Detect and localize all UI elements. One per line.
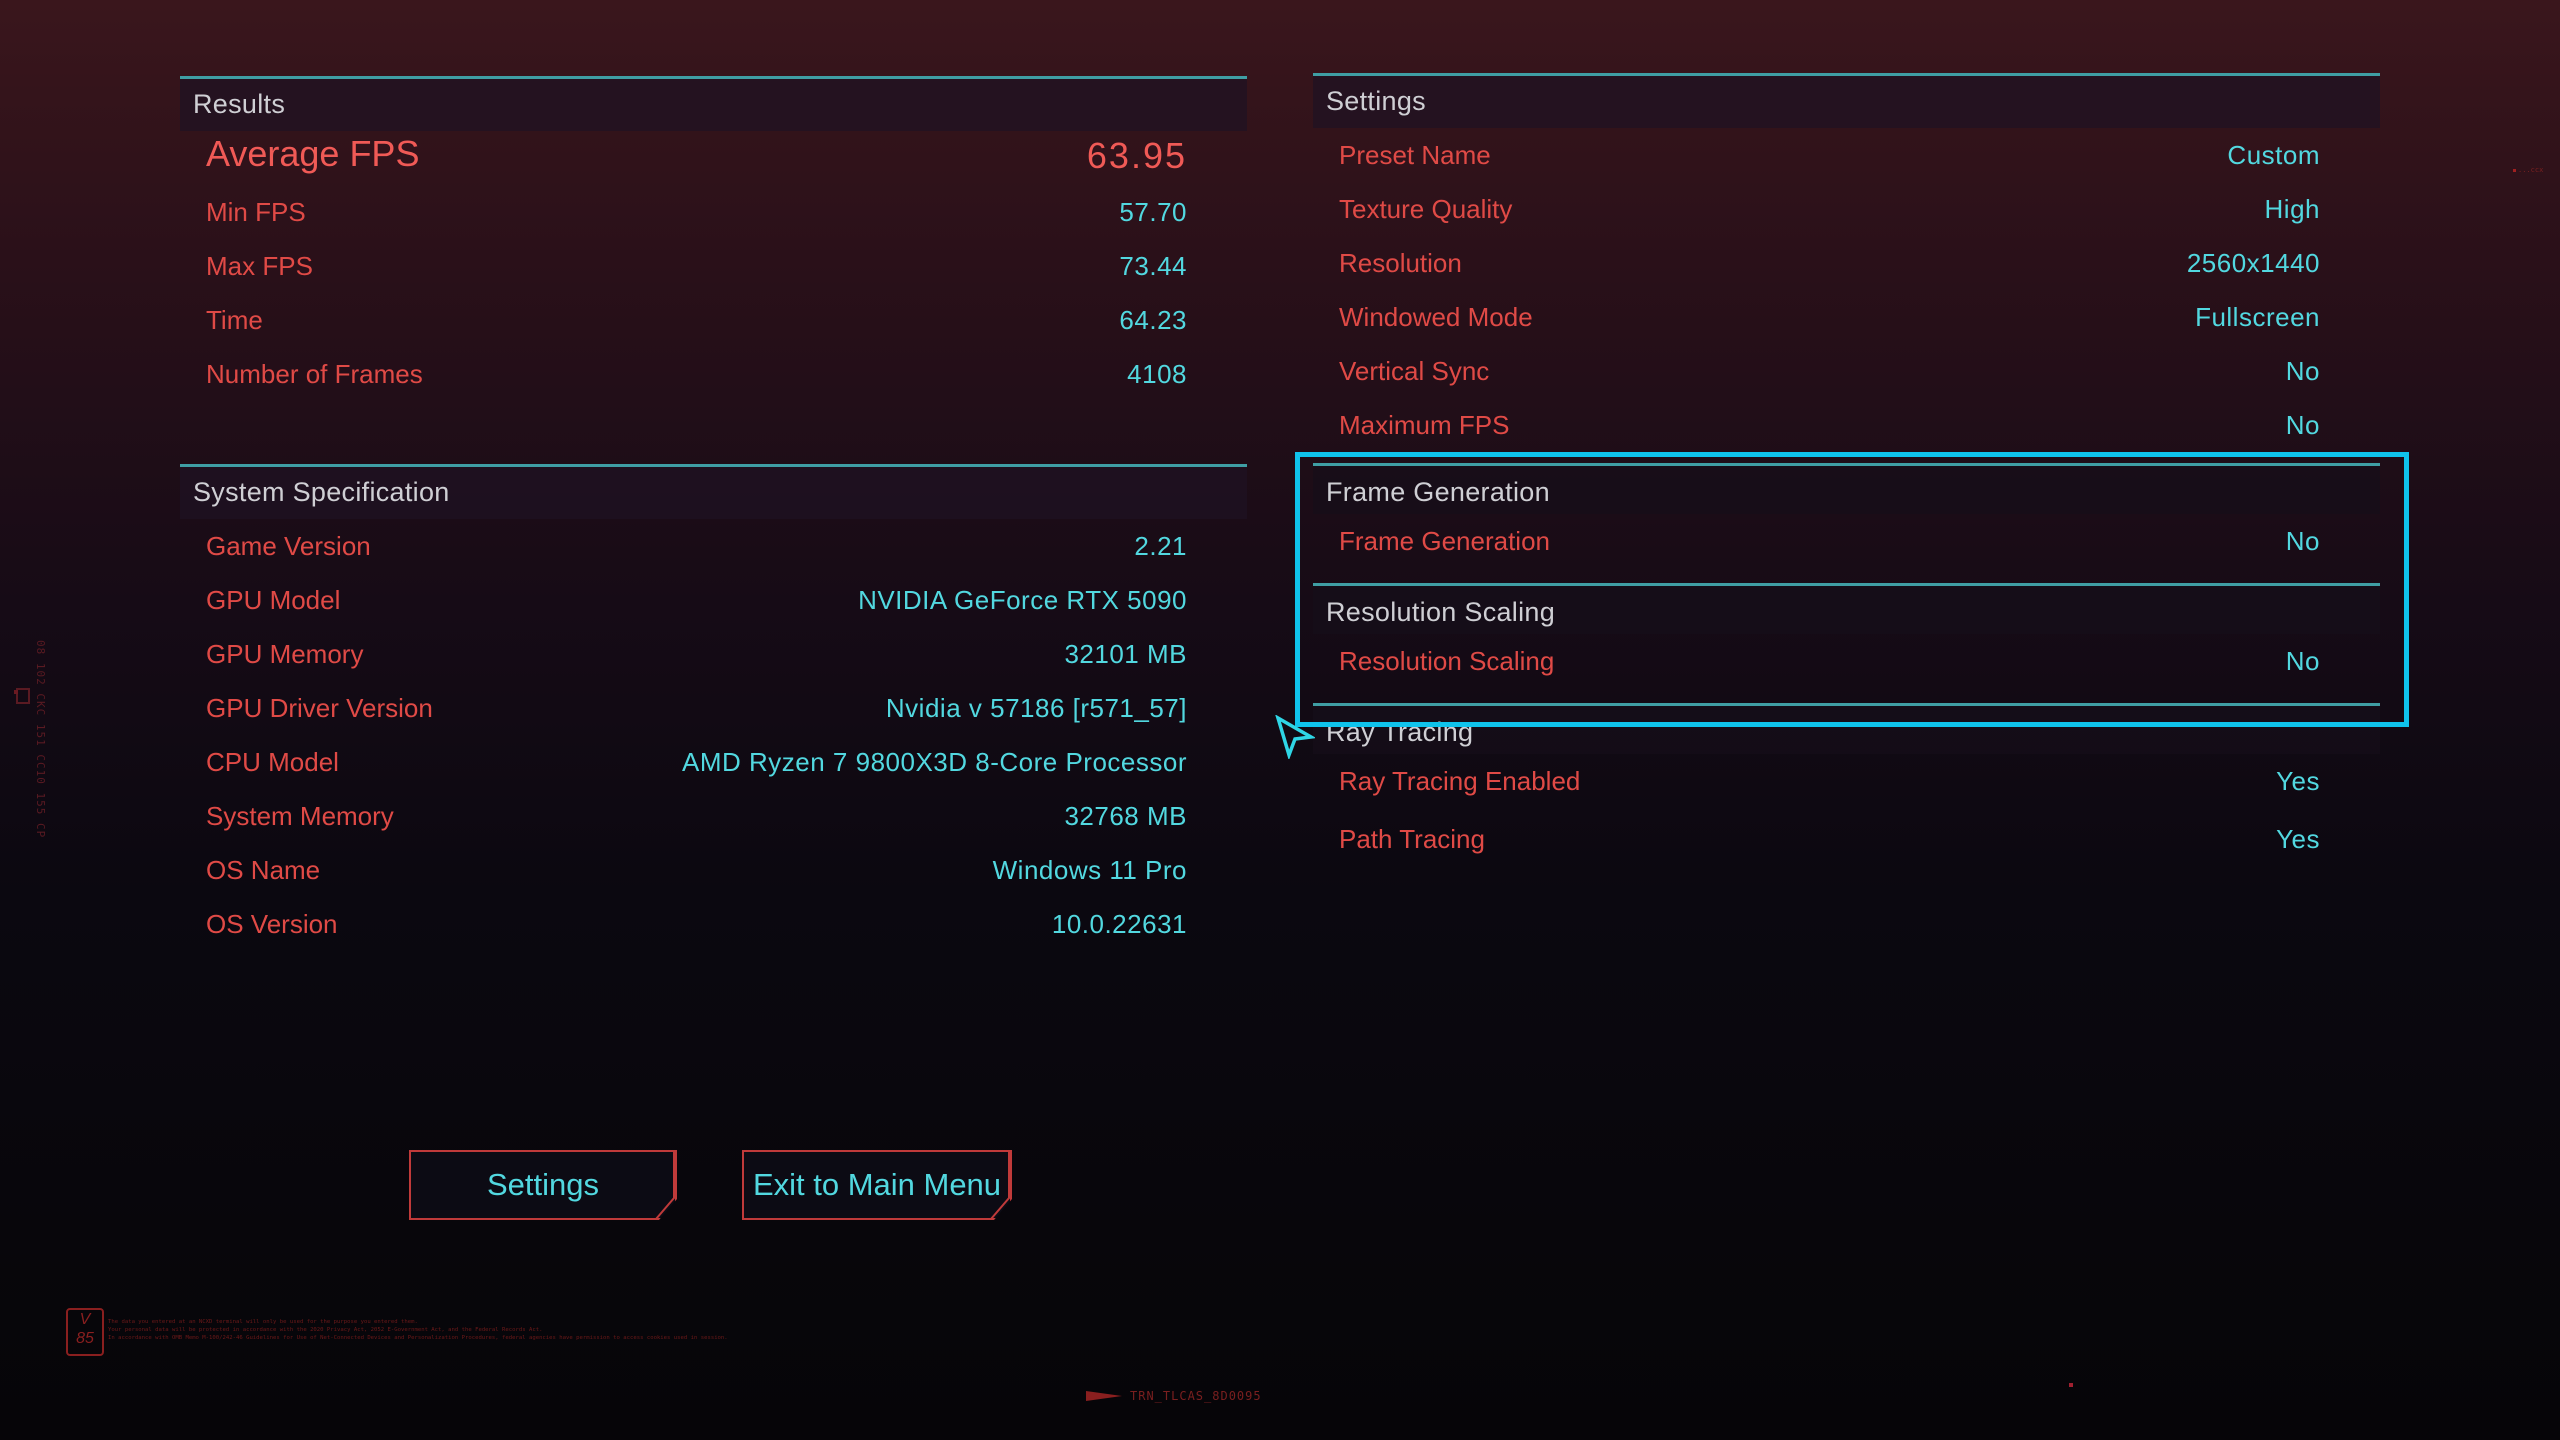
maximum-fps-row: Maximum FPS No — [1313, 398, 2380, 452]
vertical-marker-icon — [16, 688, 30, 704]
system-specification-title: System Specification — [193, 477, 450, 507]
row-value: 2560x1440 — [2186, 248, 2320, 278]
settings-button[interactable]: Settings — [409, 1150, 677, 1220]
row-value: 4108 — [1127, 359, 1187, 389]
row-label: Ray Tracing Enabled — [1339, 766, 1581, 796]
system-specification-panel: System Specification Game Version 2.21 G… — [180, 464, 1247, 951]
row-value: Custom — [2227, 140, 2320, 170]
system-memory-row: System Memory 32768 MB — [180, 789, 1247, 843]
resolution-row: Resolution 2560x1440 — [1313, 236, 2380, 290]
gpu-driver-version-row: GPU Driver Version Nvidia v 57186 [r571_… — [180, 681, 1247, 735]
results-title: Results — [193, 89, 286, 119]
footer-code: TRN_TLCAS_8D0095 — [1086, 1389, 1262, 1403]
settings-button-label: Settings — [486, 1167, 599, 1202]
texture-quality-row: Texture Quality High — [1313, 182, 2380, 236]
logo-line-2: 85 — [76, 1330, 94, 1347]
average-fps-row: Average FPS 63.95 — [180, 131, 1247, 185]
row-value: Yes — [2276, 824, 2320, 854]
row-label: Resolution — [1339, 248, 1462, 278]
settings-title: Settings — [1326, 86, 1426, 116]
row-label: GPU Driver Version — [206, 693, 433, 723]
legal-fineprint: The data you entered at an NCXD terminal… — [108, 1318, 748, 1342]
footer-code-text: TRN_TLCAS_8D0095 — [1130, 1389, 1262, 1403]
row-label: Path Tracing — [1339, 824, 1485, 854]
selection-highlight-box — [1295, 452, 2409, 727]
row-label: OS Version — [206, 909, 338, 939]
row-label: System Memory — [206, 801, 394, 831]
gpu-model-row: GPU Model NVIDIA GeForce RTX 5090 — [180, 573, 1247, 627]
exit-button-label: Exit to Main Menu — [752, 1167, 1002, 1202]
row-value: 10.0.22631 — [1051, 909, 1187, 939]
row-label: Time — [206, 305, 263, 335]
row-label: Texture Quality — [1339, 194, 1513, 224]
mouse-cursor-icon — [1275, 715, 1315, 759]
average-fps-label: Average FPS — [206, 133, 420, 174]
row-label: Max FPS — [206, 251, 313, 281]
row-label: OS Name — [206, 855, 321, 885]
row-value: Yes — [2276, 766, 2320, 796]
row-value: No — [2285, 410, 2320, 440]
decorative-dot-icon — [2069, 1383, 2073, 1387]
cpu-model-row: CPU Model AMD Ryzen 7 9800X3D 8-Core Pro… — [180, 735, 1247, 789]
fineprint-line: The data you entered at an NCXD terminal… — [108, 1319, 418, 1325]
results-panel: Results Average FPS 63.95 Min FPS 57.70 … — [180, 76, 1247, 401]
row-value: Nvidia v 57186 [r571_57] — [885, 693, 1187, 723]
row-value: 73.44 — [1119, 251, 1187, 281]
exit-to-main-menu-button[interactable]: Exit to Main Menu — [742, 1150, 1012, 1220]
row-value: 64.23 — [1119, 305, 1187, 335]
row-value: AMD Ryzen 7 9800X3D 8-Core Processor — [682, 747, 1187, 777]
vertical-sync-row: Vertical Sync No — [1313, 344, 2380, 398]
os-name-row: OS Name Windows 11 Pro — [180, 843, 1247, 897]
fineprint-line: Your personal data will be protected in … — [108, 1327, 543, 1333]
row-value: No — [2285, 356, 2320, 386]
row-value: NVIDIA GeForce RTX 5090 — [858, 585, 1187, 615]
row-label: Number of Frames — [206, 359, 423, 389]
row-value: Windows 11 Pro — [992, 855, 1187, 885]
row-label: GPU Model — [206, 585, 341, 615]
preset-name-row: Preset Name Custom — [1313, 128, 2380, 182]
path-tracing-row: Path Tracing Yes — [1313, 812, 2380, 870]
row-label: Preset Name — [1339, 140, 1491, 170]
row-value: 32768 MB — [1064, 801, 1187, 831]
logo-line-1: V — [79, 1311, 91, 1328]
os-version-row: OS Version 10.0.22631 — [180, 897, 1247, 951]
row-label: GPU Memory — [206, 639, 364, 669]
row-value: 2.21 — [1134, 531, 1187, 561]
fineprint-line: In accordance with OMB Memo M-100/242-46… — [108, 1335, 728, 1341]
settings-header: Settings — [1313, 73, 2380, 128]
time-row: Time 64.23 — [180, 293, 1247, 347]
row-label: Vertical Sync — [1339, 356, 1490, 386]
settings-panel: Settings Preset Name Custom Texture Qual… — [1313, 73, 2380, 452]
row-value: 32101 MB — [1064, 639, 1187, 669]
number-of-frames-row: Number of Frames 4108 — [180, 347, 1247, 401]
gpu-memory-row: GPU Memory 32101 MB — [180, 627, 1247, 681]
row-value: Fullscreen — [2195, 302, 2320, 332]
arrow-icon — [1086, 1391, 1122, 1401]
v85-logo: V 85 — [66, 1308, 104, 1356]
row-value: High — [2264, 194, 2320, 224]
marker-dot-icon — [14, 690, 18, 694]
corner-mark: ...ccx — [2513, 166, 2543, 174]
row-label: Min FPS — [206, 197, 306, 227]
max-fps-row: Max FPS 73.44 — [180, 239, 1247, 293]
windowed-mode-row: Windowed Mode Fullscreen — [1313, 290, 2380, 344]
row-value: 57.70 — [1119, 197, 1187, 227]
game-version-row: Game Version 2.21 — [180, 519, 1247, 573]
results-header: Results — [180, 76, 1247, 131]
average-fps-value: 63.95 — [1086, 135, 1187, 176]
row-label: Windowed Mode — [1339, 302, 1533, 332]
ray-tracing-enabled-row: Ray Tracing Enabled Yes — [1313, 754, 2380, 812]
row-label: CPU Model — [206, 747, 339, 777]
system-specification-header: System Specification — [180, 464, 1247, 519]
row-label: Game Version — [206, 531, 371, 561]
min-fps-row: Min FPS 57.70 — [180, 185, 1247, 239]
ray-tracing-panel: Ray Tracing Ray Tracing Enabled Yes Path… — [1313, 703, 2380, 870]
row-label: Maximum FPS — [1339, 410, 1510, 440]
vertical-code-text: 08 102 CKC 151 CC10 155 CP — [34, 640, 47, 839]
